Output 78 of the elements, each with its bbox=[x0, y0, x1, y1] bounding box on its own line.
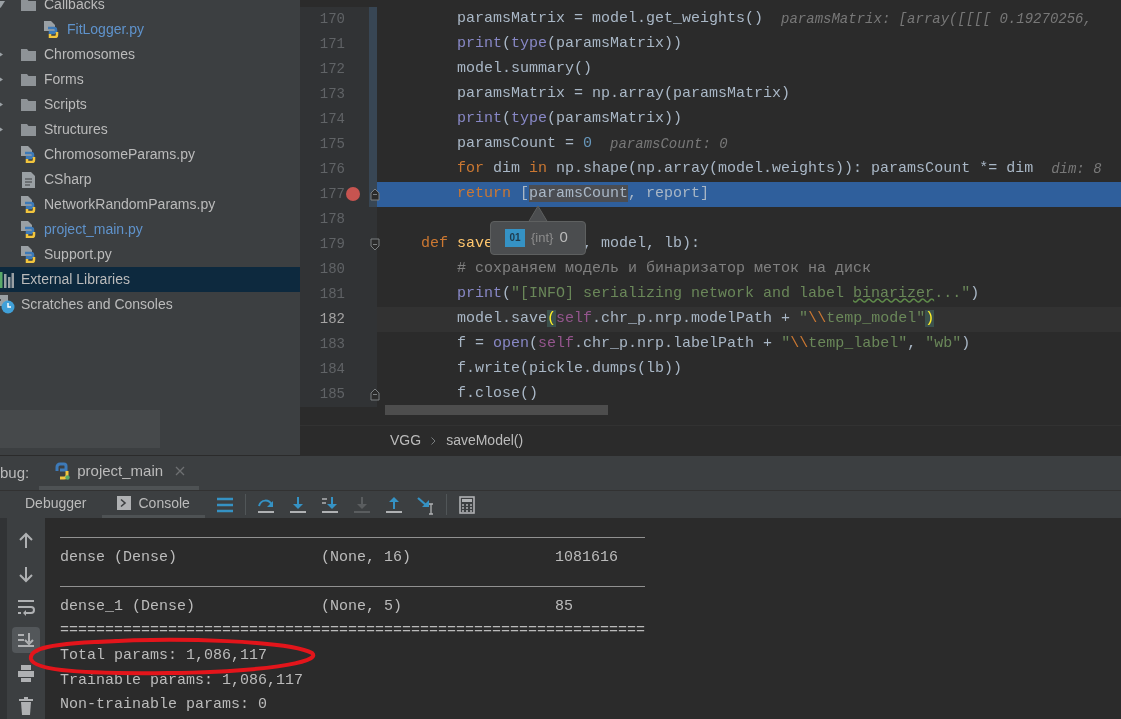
chevron-icon bbox=[431, 436, 437, 445]
folder-icon bbox=[20, 0, 36, 11]
code-line: return [paramsCount, report] bbox=[456, 183, 710, 204]
line-number: 182 bbox=[318, 309, 345, 329]
folder-icon bbox=[20, 73, 36, 86]
fold-icon[interactable] bbox=[370, 237, 380, 251]
value-type: {int} bbox=[531, 228, 554, 247]
tree-item-label[interactable]: Scratches and Consoles bbox=[21, 294, 173, 315]
code-line: model.summary() bbox=[456, 58, 593, 79]
code-line: print(type(paramsMatrix)) bbox=[456, 108, 683, 129]
code-line: f.write(pickle.dumps(lb)) bbox=[456, 358, 683, 379]
code-line: paramsMatrix = np.array(paramsMatrix) bbox=[456, 83, 791, 104]
tree-item-label[interactable]: External Libraries bbox=[21, 269, 130, 290]
console-line: Non-trainable params: 0 bbox=[60, 695, 268, 716]
run-to-cursor-button[interactable] bbox=[415, 494, 436, 515]
close-icon[interactable] bbox=[175, 466, 186, 476]
code-line: paramsMatrix = model.get_weights() bbox=[456, 8, 764, 29]
breakpoint-icon[interactable] bbox=[346, 187, 360, 201]
tree-item-label[interactable]: FitLogger.py bbox=[67, 19, 145, 40]
console-line: _________________________________________________________________ bbox=[60, 572, 646, 593]
value-text: 0 bbox=[559, 227, 568, 248]
python-file-icon bbox=[20, 146, 36, 163]
evaluate-button[interactable] bbox=[456, 494, 477, 515]
console-line: Trainable params: 1,086,117 bbox=[60, 670, 304, 691]
folder-icon bbox=[20, 48, 36, 61]
fold-icon[interactable] bbox=[370, 187, 380, 201]
code-line: f.close() bbox=[456, 383, 539, 404]
printer-icon bbox=[16, 663, 36, 683]
tree-item-selected[interactable]: External Libraries bbox=[0, 267, 300, 292]
python-icon bbox=[53, 462, 72, 480]
soft-wrap-icon bbox=[16, 597, 36, 617]
tree-item-label[interactable]: CSharp bbox=[44, 169, 92, 190]
folder-icon bbox=[20, 98, 36, 111]
code-line: f = open(self.chr_p.nrp.labelPath + "\\temp_label", "wb") bbox=[456, 333, 971, 354]
inline-value-hint: paramsMatrix: [array([[[[ 0.19270256, bbox=[781, 9, 1092, 29]
tree-item-label[interactable]: project_main.py bbox=[44, 219, 143, 240]
tree-item-label[interactable]: NetworkRandomParams.py bbox=[44, 194, 216, 215]
fold-icon[interactable] bbox=[370, 387, 380, 401]
console-line: ================================================================= bbox=[60, 621, 646, 642]
breadcrumb-item[interactable]: saveModel() bbox=[446, 430, 524, 451]
tree-item-label[interactable]: Chromosomes bbox=[44, 44, 136, 65]
inline-value-hint: paramsCount: 0 bbox=[610, 134, 728, 154]
tree-item-label[interactable]: ChromosomeParams.py bbox=[44, 144, 195, 165]
scroll-to-end-button[interactable] bbox=[12, 627, 40, 653]
console-line: Total params: 1,086,117 bbox=[60, 645, 268, 666]
tree-item-label[interactable]: Support.py bbox=[44, 244, 112, 265]
step-into-button[interactable] bbox=[287, 494, 308, 515]
step-out-button[interactable] bbox=[383, 494, 404, 515]
trash-icon bbox=[16, 696, 36, 716]
debug-label: bug: bbox=[0, 462, 30, 483]
view-tab[interactable]: Debugger bbox=[10, 491, 102, 518]
tree-item-label[interactable]: Scripts bbox=[44, 94, 87, 115]
tree-item-label[interactable]: Forms bbox=[44, 69, 84, 90]
code-line: print("[INFO] serializing network and label binarizer...") bbox=[456, 283, 980, 304]
breadcrumb-item[interactable]: VGG bbox=[390, 430, 422, 451]
console-line: _________________________________________________________________ bbox=[60, 523, 646, 543]
python-file-icon bbox=[20, 196, 36, 213]
python-file-icon bbox=[43, 21, 59, 38]
code-line: print(type(paramsMatrix)) bbox=[456, 33, 683, 54]
folder-icon bbox=[20, 123, 36, 136]
down-arrow-icon bbox=[16, 564, 36, 584]
python-file-icon bbox=[20, 246, 36, 263]
code-line: for dim in np.shape(np.array(model.weights)): paramsCount *= dim bbox=[456, 158, 1034, 179]
tree-item-label[interactable]: Structures bbox=[44, 119, 108, 140]
library-icon bbox=[0, 271, 14, 288]
scroll-to-end-icon bbox=[16, 630, 36, 650]
console-line: dense (Dense) (None, 16) 1081616 bbox=[60, 547, 619, 568]
code-line: model.save(self.chr_p.nrp.modelPath + "\\temp_model") bbox=[456, 308, 935, 329]
inline-value-hint: dim: 8 bbox=[1051, 159, 1102, 179]
python-file-icon bbox=[20, 221, 36, 238]
code-comment: # сохраняем модель и бинаризатор меток на диск bbox=[456, 258, 872, 279]
step-into-my-code-button[interactable] bbox=[319, 494, 340, 515]
console-icon bbox=[116, 496, 131, 510]
horizontal-scrollbar[interactable] bbox=[385, 405, 608, 415]
text-file-icon bbox=[21, 171, 35, 188]
type-badge: 01 bbox=[505, 228, 526, 247]
code-line: paramsCount = 0 bbox=[456, 133, 593, 154]
console-line: dense_1 (Dense) (None, 5) 85 bbox=[60, 596, 574, 617]
